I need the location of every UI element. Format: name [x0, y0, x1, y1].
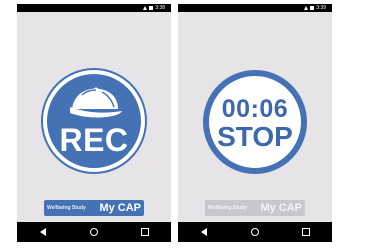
brand-left-text: Wellbeing Study — [47, 205, 86, 211]
app-name: My CAP — [99, 202, 141, 214]
recent-apps-button[interactable] — [301, 227, 311, 237]
signal-icon — [304, 6, 309, 10]
back-icon — [39, 228, 46, 236]
home-icon — [250, 228, 259, 236]
home-button[interactable] — [89, 227, 99, 237]
stop-button[interactable]: 00:06 STOP — [203, 70, 307, 174]
status-bar: 3:39 — [178, 4, 332, 12]
brand-logo-bar: Wellbeing Study My CAP — [205, 200, 305, 216]
phone-screen-recording: 3:38 REC Wellbeing Study My CAP — [17, 4, 171, 242]
home-icon — [89, 228, 98, 236]
status-time: 3:39 — [316, 5, 326, 11]
back-button[interactable] — [38, 227, 48, 237]
app-name: My CAP — [260, 202, 302, 214]
app-area: 00:06 STOP Wellbeing Study My CAP — [178, 12, 332, 222]
battery-icon — [149, 6, 154, 10]
app-area: REC Wellbeing Study My CAP — [17, 12, 171, 222]
battery-icon — [310, 6, 315, 10]
recent-apps-icon — [141, 228, 150, 236]
rec-label: REC — [59, 122, 129, 158]
back-button[interactable] — [199, 227, 209, 237]
brand-logo-bar: Wellbeing Study My CAP — [44, 200, 144, 216]
stop-label: STOP — [217, 121, 293, 152]
recording-timer: 00:06 — [221, 95, 289, 123]
phone-screen-stop: 3:39 00:06 STOP Wellbeing Study My CAP — [178, 4, 332, 242]
nav-bar — [178, 222, 332, 242]
recent-apps-button[interactable] — [140, 227, 150, 237]
recent-apps-icon — [302, 228, 311, 236]
status-time: 3:38 — [155, 5, 165, 11]
rec-button[interactable]: REC — [43, 70, 145, 172]
cap-icon — [70, 87, 122, 118]
nav-bar — [17, 222, 171, 242]
back-icon — [200, 228, 207, 236]
home-button[interactable] — [250, 227, 260, 237]
brand-left-text: Wellbeing Study — [208, 205, 247, 211]
signal-icon — [143, 6, 148, 10]
status-bar: 3:38 — [17, 4, 171, 12]
